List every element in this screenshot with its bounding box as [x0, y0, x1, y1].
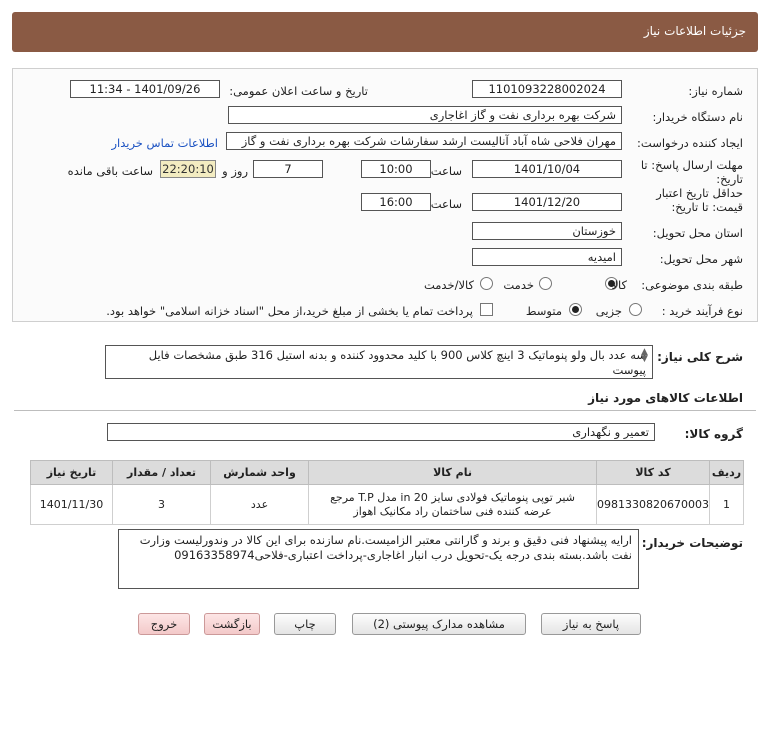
col-qty: تعداد / مقدار [112, 460, 212, 485]
purchase-partial-label: جزیی [595, 304, 622, 318]
cell-code: 0981330820670003 [596, 484, 710, 525]
province-field: خوزستان [472, 222, 622, 240]
city-label: شهر محل تحویل: [659, 252, 743, 266]
col-date: تاریخ نیاز [29, 460, 114, 485]
purchase-medium-label: متوسط [525, 304, 562, 318]
col-code: کد کالا [596, 460, 710, 485]
treasury-checkbox[interactable] [480, 303, 493, 316]
buyer-contact-link[interactable]: اطلاعات تماس خریدار [111, 136, 218, 150]
validity-time-field: 16:00 [361, 193, 431, 211]
category-both-label: کالا/خدمت [423, 278, 474, 292]
category-service-label: خدمت [503, 278, 534, 292]
reply-time-field: 10:00 [361, 160, 431, 178]
category-label: طبقه بندی موضوعی: [641, 278, 743, 292]
buyer-org-field: شرکت بهره برداری نفت و گاز اغاجاری [228, 106, 622, 124]
days-label: روز و [222, 164, 248, 178]
buyer-org-label: نام دستگاه خریدار: [652, 110, 743, 124]
city-field: امیدیه [472, 248, 622, 266]
summary-label: شرح کلی نیاز: [657, 350, 743, 364]
purchase-type-label: نوع فرآیند خرید : [661, 304, 743, 318]
purchase-medium-radio[interactable] [569, 303, 582, 316]
summary-textarea[interactable]: سه عدد بال ولو پنوماتیک 3 اینچ کلاس 900 … [105, 345, 653, 379]
cell-date: 1401/11/30 [29, 484, 114, 525]
treasury-note: پرداخت تمام یا بخشی از مبلغ خرید،از محل … [106, 304, 473, 318]
table-row[interactable]: 1 0981330820670003 شیر توپی پنوماتیک فول… [29, 484, 744, 525]
cell-unit: عدد [210, 484, 310, 525]
section-divider [14, 410, 756, 411]
table-header-row: ردیف کد کالا نام کالا واحد شمارش تعداد /… [29, 460, 744, 485]
back-button[interactable]: بازگشت [204, 613, 260, 635]
buyer-notes-label: توضیحات خریدار: [641, 536, 743, 550]
reply-date-field: 1401/10/04 [472, 160, 622, 178]
validity-date-field: 1401/12/20 [472, 193, 622, 211]
category-goods-label: کالا [611, 278, 627, 292]
cell-row: 1 [709, 484, 744, 525]
province-label: استان محل تحویل: [652, 226, 743, 240]
reply-time-label: ساعت [430, 164, 462, 178]
validity-time-label: ساعت [430, 197, 462, 211]
cell-name: شیر توپی پنوماتیک فولادی سایز 20 in مدل … [308, 484, 598, 525]
page-title-bar: جزئیات اطلاعات نیاز [12, 12, 758, 52]
requester-field: مهران فلاحی شاه آباد آنالیست ارشد سفارشا… [226, 132, 622, 150]
purchase-partial-radio[interactable] [629, 303, 642, 316]
goods-section-title: اطلاعات کالاهای مورد نیاز [588, 391, 743, 405]
col-row: ردیف [709, 460, 744, 485]
reply-button[interactable]: پاسخ به نیاز [541, 613, 641, 635]
requester-label: ایجاد کننده درخواست: [637, 136, 743, 150]
exit-button[interactable]: خروج [138, 613, 190, 635]
need-number-label: شماره نیاز: [688, 84, 743, 98]
category-service-radio[interactable] [539, 277, 552, 290]
textarea-spin-icon[interactable]: ▲ ▼ [641, 348, 648, 364]
buyer-notes-box: ارایه پیشنهاد فنی دقیق و برند و گارانتی … [118, 529, 639, 589]
need-number-field: 1101093228002024 [472, 80, 622, 98]
validity-label: حداقل تاریخ اعتبار قیمت: تا تاریخ: [656, 186, 743, 214]
goods-group-label: گروه کالا: [684, 427, 743, 441]
remaining-label: ساعت باقی مانده [67, 164, 153, 178]
print-button[interactable]: چاپ [274, 613, 336, 635]
reply-deadline-label: مهلت ارسال پاسخ: تا تاریخ: [640, 158, 743, 186]
cell-qty: 3 [112, 484, 212, 525]
category-both-radio[interactable] [480, 277, 493, 290]
col-unit: واحد شمارش [210, 460, 310, 485]
col-name: نام کالا [308, 460, 598, 485]
goods-group-field: تعمیر و نگهداری [107, 423, 655, 441]
announce-label: تاریخ و ساعت اعلان عمومی: [229, 84, 368, 98]
goods-table: ردیف کد کالا نام کالا واحد شمارش تعداد /… [29, 460, 744, 525]
remaining-time-field: 22:20:10 [160, 160, 216, 178]
announce-datetime-field: 1401/09/26 - 11:34 [70, 80, 220, 98]
attachments-button[interactable]: مشاهده مدارک پیوستی (2) [352, 613, 526, 635]
days-field: 7 [253, 160, 323, 178]
page-title: جزئیات اطلاعات نیاز [643, 24, 746, 38]
